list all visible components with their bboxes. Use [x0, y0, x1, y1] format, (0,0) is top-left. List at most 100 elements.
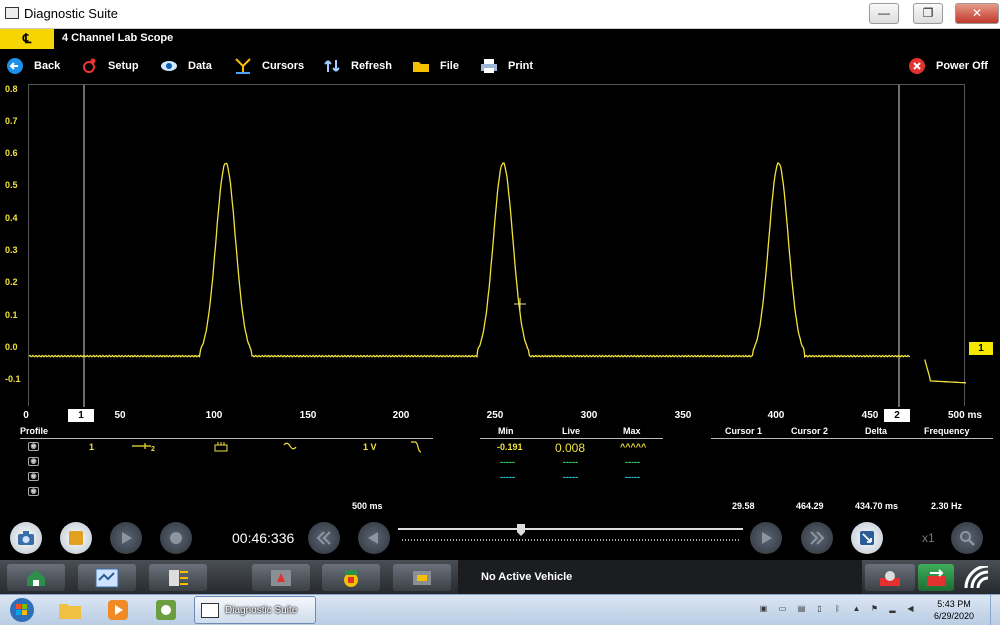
tray-usb-icon[interactable]: ▤: [797, 604, 806, 613]
tray-volume-icon[interactable]: ◀: [906, 604, 915, 613]
tray-display-icon[interactable]: ▭: [778, 604, 787, 613]
data-button[interactable]: Data: [160, 56, 212, 76]
guided-component-tests-button[interactable]: [149, 564, 207, 591]
triangle-right-icon: [762, 532, 772, 544]
close-button[interactable]: ✕: [955, 3, 999, 24]
channel-4-visibility-icon[interactable]: ◉: [28, 487, 39, 496]
rewind-start-button[interactable]: [308, 522, 340, 554]
trigger-mode-icon[interactable]: [214, 441, 228, 454]
channel-scale[interactable]: 1 V: [363, 442, 377, 452]
evernote-icon: [156, 600, 176, 620]
channel-1-visibility-icon[interactable]: ◉: [28, 442, 39, 451]
data-viewer-button[interactable]: [252, 564, 310, 591]
measurement-panel: Profile Min Live Max Cursor 1 Cursor 2 D…: [0, 424, 1000, 518]
channel-1-level-marker[interactable]: 1: [969, 342, 993, 355]
shop-icon: [880, 570, 900, 586]
x-tick: 350: [674, 410, 692, 421]
app-window: Diagnostic Suite — ❐ ✕ ℄ 4 Channel Lab S…: [0, 0, 1000, 625]
power-off-button[interactable]: Power Off: [908, 56, 988, 76]
step-back-button[interactable]: [358, 522, 390, 554]
power-off-label: Power Off: [936, 60, 988, 72]
data-viewer-icon: [271, 569, 291, 586]
tray-update-icon[interactable]: ▲: [852, 604, 861, 613]
fast-forward-end-button[interactable]: [801, 522, 833, 554]
tools-icon: [344, 569, 358, 587]
file-explorer-taskbar-button[interactable]: [50, 597, 90, 623]
toolbar: Back Setup Data Cursors Refresh File Pri…: [0, 50, 1000, 81]
stop-button[interactable]: [60, 522, 92, 554]
record-button[interactable]: [160, 522, 192, 554]
wifi-icon[interactable]: [962, 564, 992, 595]
cursor-divider: [711, 438, 993, 439]
tray-notes-icon[interactable]: ▣: [759, 604, 768, 613]
scope-plot-area[interactable]: [28, 84, 966, 407]
start-button[interactable]: [2, 597, 42, 623]
x-tick: 200: [392, 410, 410, 421]
channel-1-min: -0.191: [497, 442, 523, 452]
home-button[interactable]: [7, 564, 65, 591]
x-tick: 50: [114, 410, 126, 421]
connection-button[interactable]: [918, 564, 954, 591]
window-title: Diagnostic Suite: [24, 6, 118, 21]
channel-1-live: 0.008: [555, 441, 586, 455]
back-button[interactable]: Back: [6, 56, 60, 76]
system-clock[interactable]: 5:43 PM 6/29/2020: [925, 598, 983, 622]
cursor-1-handle[interactable]: 1: [68, 409, 94, 422]
channel-1-max: ^^^^^: [620, 442, 647, 452]
file-button[interactable]: File: [412, 56, 459, 76]
y-tick: 0.1: [5, 310, 18, 320]
trigger-slope-icon[interactable]: [410, 440, 422, 455]
channel-2-min: -----: [500, 457, 515, 467]
previous-vehicles-button[interactable]: [393, 564, 451, 591]
y-tick: 0.2: [5, 277, 18, 287]
y-tick: 0.4: [5, 213, 18, 223]
scanner-button[interactable]: [78, 564, 136, 591]
camera-icon: [18, 531, 34, 545]
printer-icon: [480, 57, 498, 75]
tray-bluetooth-icon[interactable]: ᛒ: [833, 604, 842, 613]
play-button[interactable]: [110, 522, 142, 554]
channel-3-max: -----: [625, 472, 640, 482]
refresh-button[interactable]: Refresh: [323, 56, 392, 76]
tray-flag-icon[interactable]: ⚑: [870, 604, 879, 613]
setup-gear-icon: [80, 57, 98, 75]
maximize-button[interactable]: ❐: [913, 3, 943, 24]
scope-trace-canvas[interactable]: [29, 85, 966, 407]
setup-button[interactable]: Setup: [80, 56, 139, 76]
tools-button[interactable]: [322, 564, 380, 591]
scanner-icon: [95, 568, 119, 587]
step-forward-button[interactable]: [750, 522, 782, 554]
min-header: Min: [498, 426, 514, 436]
cursor-1-header: Cursor 1: [725, 426, 763, 436]
y-tick: -0.1: [5, 374, 21, 384]
x-tick: 250: [486, 410, 504, 421]
y-tick: 0.7: [5, 116, 18, 126]
setup-label: Setup: [108, 60, 139, 72]
triangle-left-icon: [368, 532, 378, 544]
sweep-time[interactable]: 500 ms: [352, 501, 383, 511]
tray-network-icon[interactable]: ▂: [888, 604, 897, 613]
diagnostic-suite-taskbar-button[interactable]: Diagnostic Suite: [194, 596, 316, 624]
cursors-label: Cursors: [262, 60, 305, 72]
zoom-button[interactable]: [951, 522, 983, 554]
cursor-2-handle[interactable]: 2: [884, 409, 910, 422]
fit-to-screen-button[interactable]: [851, 522, 883, 554]
channel-2-visibility-icon[interactable]: ◉: [28, 457, 39, 466]
probe-icon[interactable]: 2: [131, 440, 157, 454]
tray-battery-icon[interactable]: ▯: [815, 604, 824, 613]
power-off-icon: [908, 57, 926, 75]
evernote-taskbar-button[interactable]: [146, 597, 186, 623]
play-icon: [122, 532, 132, 544]
print-button[interactable]: Print: [480, 56, 533, 76]
show-desktop-button[interactable]: [990, 595, 1000, 625]
profile-header: Profile: [20, 426, 49, 436]
channel-3-visibility-icon[interactable]: ◉: [28, 472, 39, 481]
shop-manager-button[interactable]: [865, 564, 915, 591]
minimize-button[interactable]: —: [869, 3, 899, 24]
buffer-slider[interactable]: [398, 522, 743, 544]
coupling-ac-icon[interactable]: [283, 441, 297, 453]
snapshot-button[interactable]: [10, 522, 42, 554]
playback-controls: 00:46:336 x1: [0, 518, 1000, 560]
media-player-taskbar-button[interactable]: [98, 597, 138, 623]
cursors-button[interactable]: Cursors: [234, 56, 304, 76]
